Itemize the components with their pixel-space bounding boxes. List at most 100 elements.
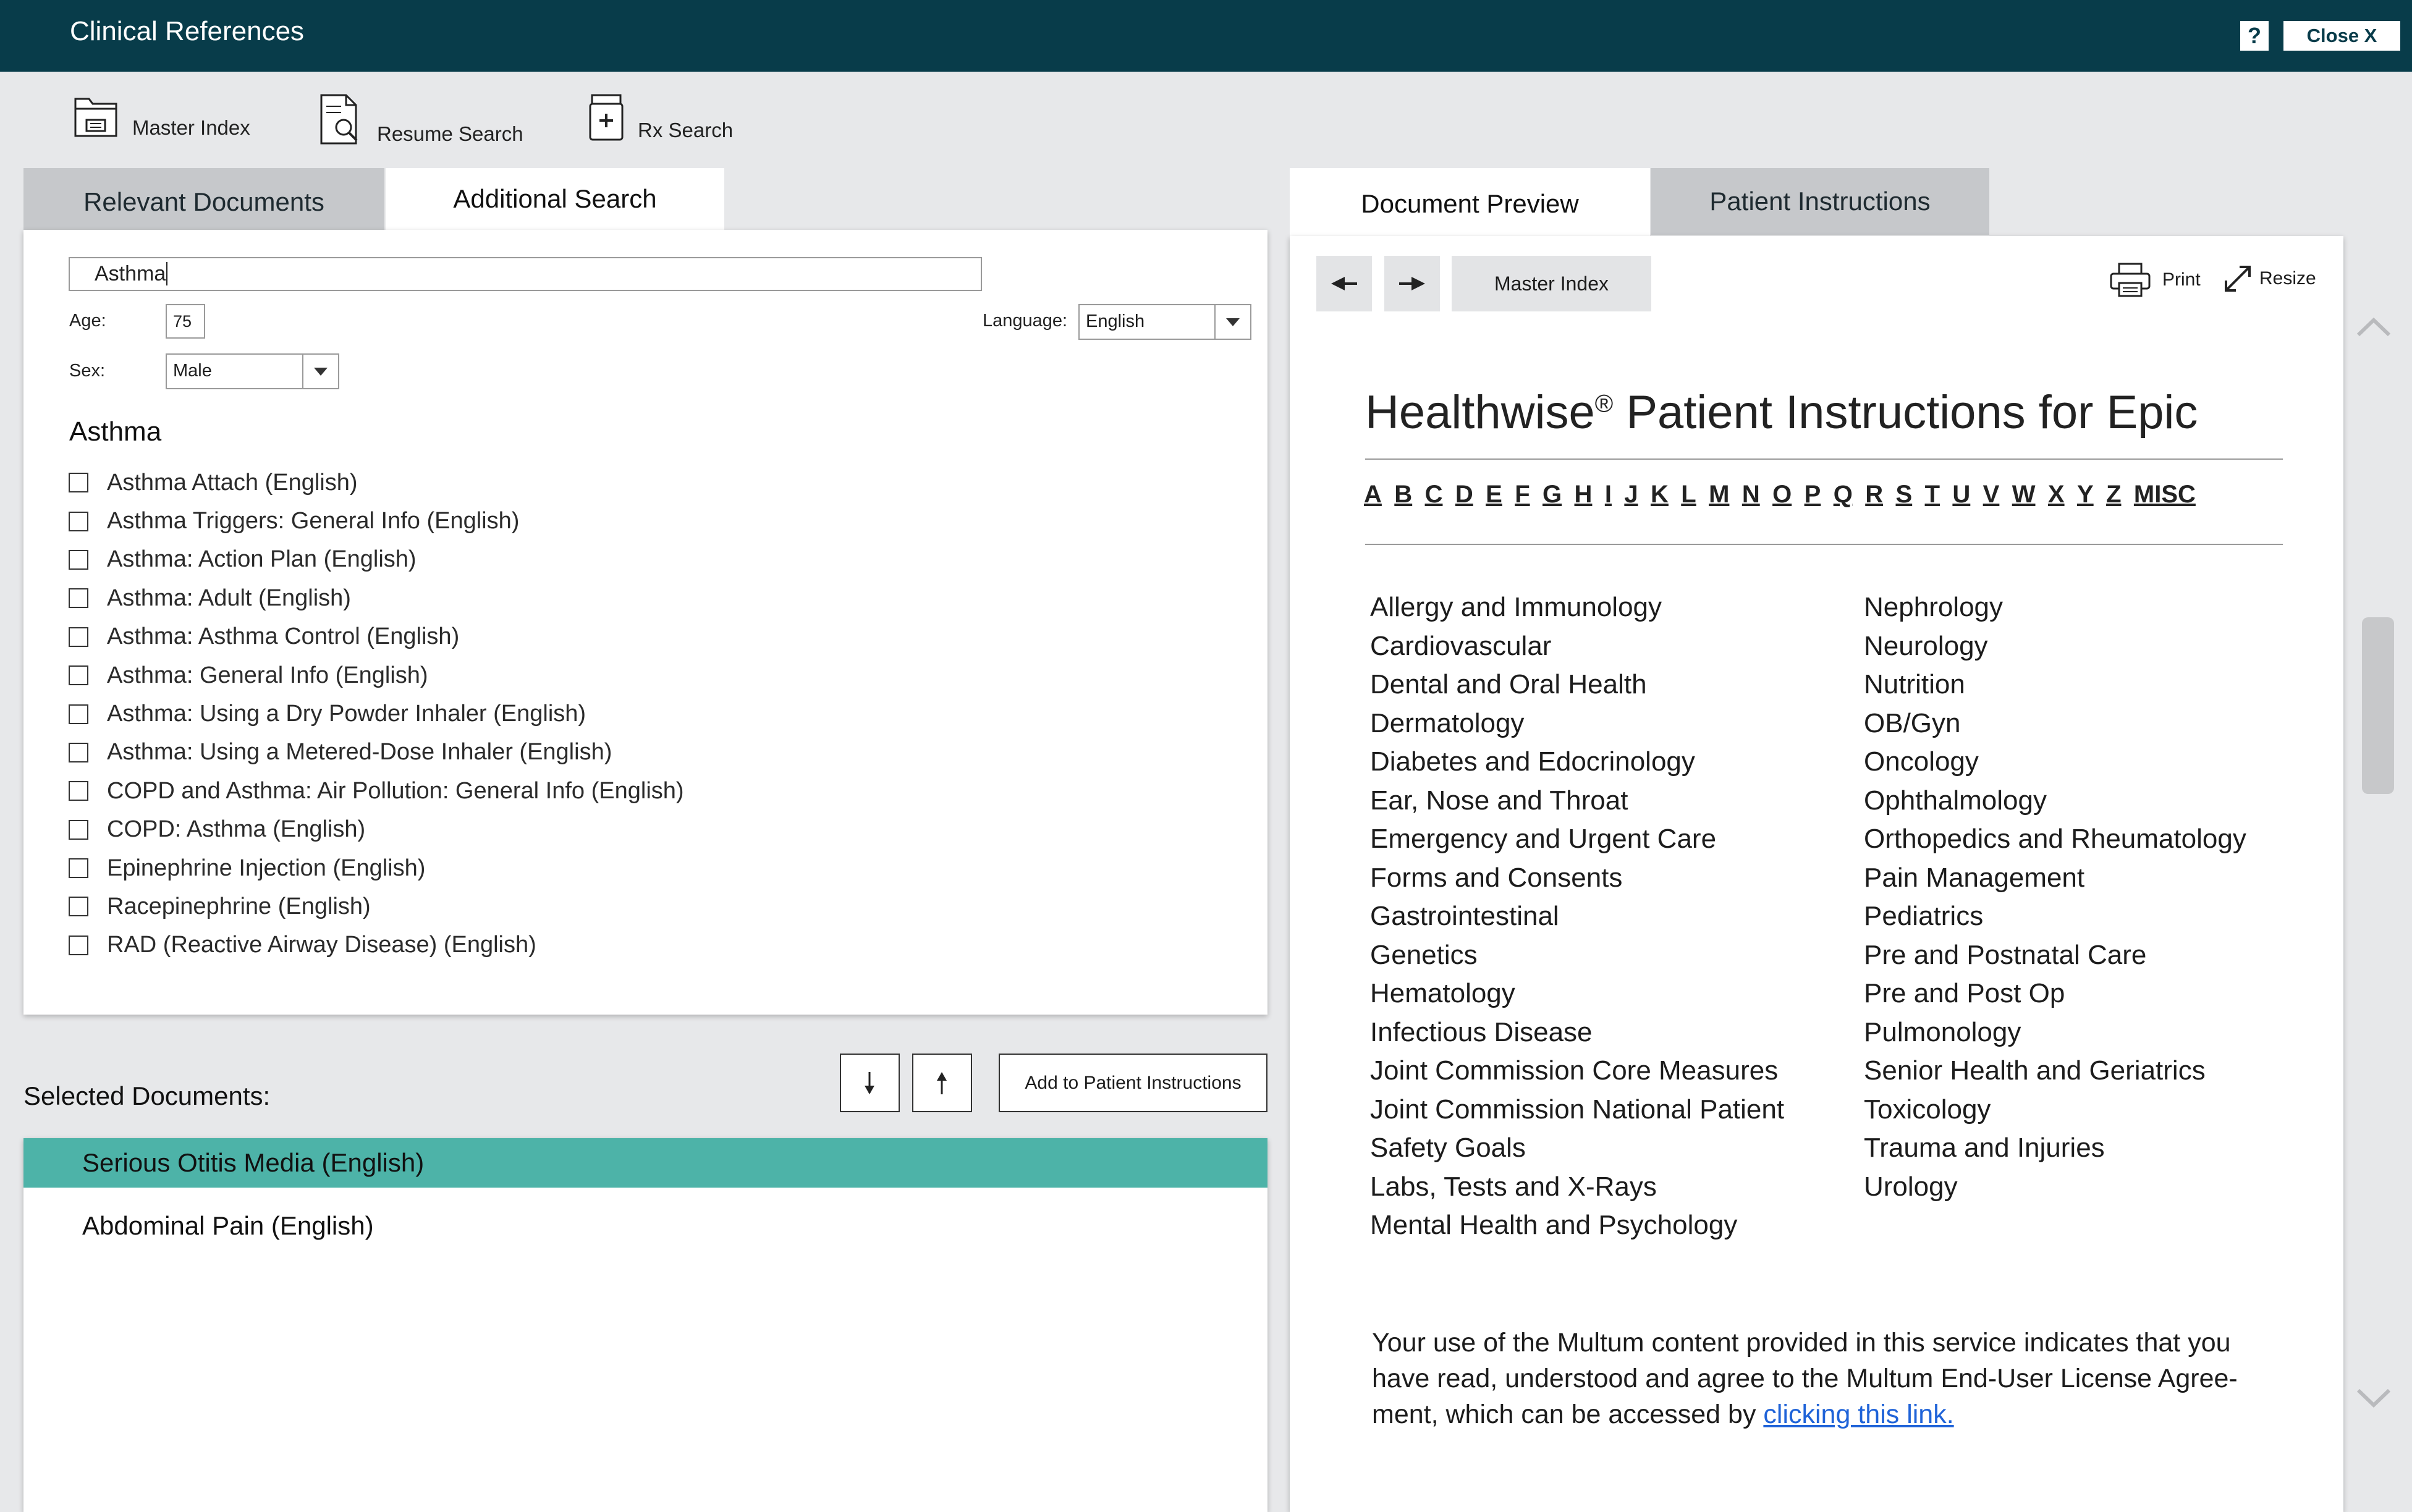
alphabet-letter-e[interactable]: E bbox=[1486, 481, 1502, 509]
alphabet-letter-p[interactable]: P bbox=[1805, 481, 1821, 509]
category-link[interactable]: Pre and Post Op bbox=[1864, 974, 2246, 1013]
result-checkbox[interactable] bbox=[69, 781, 88, 801]
alphabet-letter-d[interactable]: D bbox=[1455, 481, 1473, 509]
alphabet-letter-r[interactable]: R bbox=[1865, 481, 1883, 509]
category-link[interactable]: Urology bbox=[1864, 1168, 2246, 1207]
alphabet-letter-j[interactable]: J bbox=[1624, 481, 1638, 509]
result-item[interactable]: Asthma: Using a Metered-Dose Inhaler (En… bbox=[69, 733, 684, 772]
tab-document-preview[interactable]: Document Preview bbox=[1290, 168, 1650, 236]
alphabet-letter-w[interactable]: W bbox=[2012, 481, 2036, 509]
category-link[interactable]: Nephrology bbox=[1864, 588, 2246, 627]
tab-relevant-documents[interactable]: Relevant Documents bbox=[23, 168, 384, 230]
category-link[interactable]: Trauma and Injuries bbox=[1864, 1129, 2246, 1168]
result-checkbox[interactable] bbox=[69, 627, 88, 647]
forward-button[interactable] bbox=[1384, 256, 1440, 311]
sex-select[interactable]: Male bbox=[166, 353, 339, 389]
scrollbar-thumb[interactable] bbox=[2362, 617, 2394, 794]
result-item[interactable]: Asthma: Asthma Control (English) bbox=[69, 618, 684, 656]
category-link[interactable]: Ear, Nose and Throat bbox=[1370, 782, 1784, 821]
category-link[interactable]: Genetics bbox=[1370, 936, 1784, 975]
category-link[interactable]: Labs, Tests and X-Rays bbox=[1370, 1168, 1784, 1207]
result-item[interactable]: Asthma: Adult (English) bbox=[69, 579, 684, 617]
add-to-patient-instructions-button[interactable]: Add to Patient Instructions bbox=[999, 1054, 1267, 1112]
tab-patient-instructions[interactable]: Patient Instructions bbox=[1651, 168, 1989, 235]
result-item[interactable]: COPD: Asthma (English) bbox=[69, 811, 684, 849]
selected-document-row[interactable]: Abdominal Pain (English) bbox=[23, 1201, 1267, 1251]
close-button[interactable]: Close X bbox=[2283, 21, 2400, 51]
category-link[interactable]: Oncology bbox=[1864, 743, 2246, 782]
resize-button[interactable]: Resize bbox=[2224, 264, 2316, 293]
alphabet-letter-a[interactable]: A bbox=[1364, 481, 1382, 509]
move-up-button[interactable] bbox=[912, 1054, 972, 1112]
alphabet-letter-c[interactable]: C bbox=[1425, 481, 1443, 509]
alphabet-letter-s[interactable]: S bbox=[1895, 481, 1912, 509]
preview-master-index-button[interactable]: Master Index bbox=[1452, 256, 1651, 311]
alphabet-letter-g[interactable]: G bbox=[1542, 481, 1562, 509]
tab-additional-search[interactable]: Additional Search bbox=[386, 168, 724, 230]
category-link[interactable]: Dermatology bbox=[1370, 704, 1784, 743]
chevron-down-icon[interactable] bbox=[1214, 305, 1250, 339]
result-checkbox[interactable] bbox=[69, 819, 88, 840]
result-checkbox[interactable] bbox=[69, 511, 88, 531]
alphabet-letter-u[interactable]: U bbox=[1952, 481, 1970, 509]
alphabet-letter-m[interactable]: M bbox=[1709, 481, 1729, 509]
scroll-down-button[interactable] bbox=[2355, 1385, 2393, 1413]
alphabet-letter-x[interactable]: X bbox=[2048, 481, 2065, 509]
language-select[interactable]: English bbox=[1078, 304, 1251, 340]
category-link[interactable]: Gastrointestinal bbox=[1370, 897, 1784, 936]
alphabet-letter-v[interactable]: V bbox=[1983, 481, 2000, 509]
selected-document-row[interactable]: Serious Otitis Media (English) bbox=[23, 1138, 1267, 1188]
result-checkbox[interactable] bbox=[69, 665, 88, 686]
result-item[interactable]: Racepinephrine (English) bbox=[69, 887, 684, 926]
move-down-button[interactable] bbox=[840, 1054, 900, 1112]
result-item[interactable]: Asthma: Action Plan (English) bbox=[69, 541, 684, 579]
result-item[interactable]: Asthma Attach (English) bbox=[69, 463, 684, 502]
category-link[interactable]: OB/Gyn bbox=[1864, 704, 2246, 743]
category-link[interactable]: Joint Commission National Patient bbox=[1370, 1091, 1784, 1130]
back-button[interactable] bbox=[1316, 256, 1372, 311]
category-link[interactable]: Pre and Postnatal Care bbox=[1864, 936, 2246, 975]
result-checkbox[interactable] bbox=[69, 742, 88, 762]
result-checkbox[interactable] bbox=[69, 704, 88, 724]
result-item[interactable]: Asthma Triggers: General Info (English) bbox=[69, 502, 684, 540]
alphabet-letter-l[interactable]: L bbox=[1681, 481, 1696, 509]
result-item[interactable]: COPD and Asthma: Air Pollution: General … bbox=[69, 772, 684, 810]
category-link[interactable]: Mental Health and Psychology bbox=[1370, 1206, 1784, 1245]
scroll-up-button[interactable] bbox=[2355, 315, 2393, 343]
toolbar-master-index[interactable]: Master Index bbox=[73, 93, 250, 140]
category-link[interactable]: Nutrition bbox=[1864, 665, 2246, 704]
result-item[interactable]: Epinephrine Injection (English) bbox=[69, 849, 684, 887]
alphabet-letter-b[interactable]: B bbox=[1394, 481, 1412, 509]
print-button[interactable]: Print bbox=[2109, 262, 2201, 298]
category-link[interactable]: Hematology bbox=[1370, 974, 1784, 1013]
result-item[interactable]: Asthma: Using a Dry Powder Inhaler (Engl… bbox=[69, 695, 684, 733]
category-link[interactable]: Emergency and Urgent Care bbox=[1370, 820, 1784, 859]
alphabet-letter-misc[interactable]: MISC bbox=[2134, 481, 2196, 509]
age-field[interactable]: 75 bbox=[166, 304, 205, 339]
license-link[interactable]: clicking this link. bbox=[1763, 1400, 1953, 1429]
category-link[interactable]: Orthopedics and Rheumatology bbox=[1864, 820, 2246, 859]
toolbar-rx-search[interactable]: Rx Search bbox=[588, 93, 733, 142]
category-link[interactable]: Toxicology bbox=[1864, 1091, 2246, 1130]
category-link[interactable]: Diabetes and Edocrinology bbox=[1370, 743, 1784, 782]
alphabet-letter-f[interactable]: F bbox=[1515, 481, 1530, 509]
alphabet-letter-o[interactable]: O bbox=[1772, 481, 1792, 509]
category-link[interactable]: Senior Health and Geriatrics bbox=[1864, 1052, 2246, 1091]
category-link[interactable]: Neurology bbox=[1864, 627, 2246, 666]
alphabet-letter-z[interactable]: Z bbox=[2106, 481, 2121, 509]
chevron-down-icon[interactable] bbox=[302, 355, 338, 388]
alphabet-letter-q[interactable]: Q bbox=[1834, 481, 1853, 509]
alphabet-letter-h[interactable]: H bbox=[1575, 481, 1593, 509]
alphabet-letter-y[interactable]: Y bbox=[2077, 481, 2094, 509]
toolbar-resume-search[interactable]: Resume Search bbox=[318, 93, 523, 146]
category-link[interactable]: Pain Management bbox=[1864, 859, 2246, 898]
result-item[interactable]: Asthma: General Info (English) bbox=[69, 656, 684, 695]
result-checkbox[interactable] bbox=[69, 897, 88, 917]
result-checkbox[interactable] bbox=[69, 858, 88, 879]
alphabet-letter-k[interactable]: K bbox=[1651, 481, 1669, 509]
category-link[interactable]: Safety Goals bbox=[1370, 1129, 1784, 1168]
category-link[interactable]: Cardiovascular bbox=[1370, 627, 1784, 666]
search-input[interactable]: Asthma bbox=[69, 257, 982, 291]
result-checkbox[interactable] bbox=[69, 588, 88, 609]
category-link[interactable]: Allergy and Immunology bbox=[1370, 588, 1784, 627]
